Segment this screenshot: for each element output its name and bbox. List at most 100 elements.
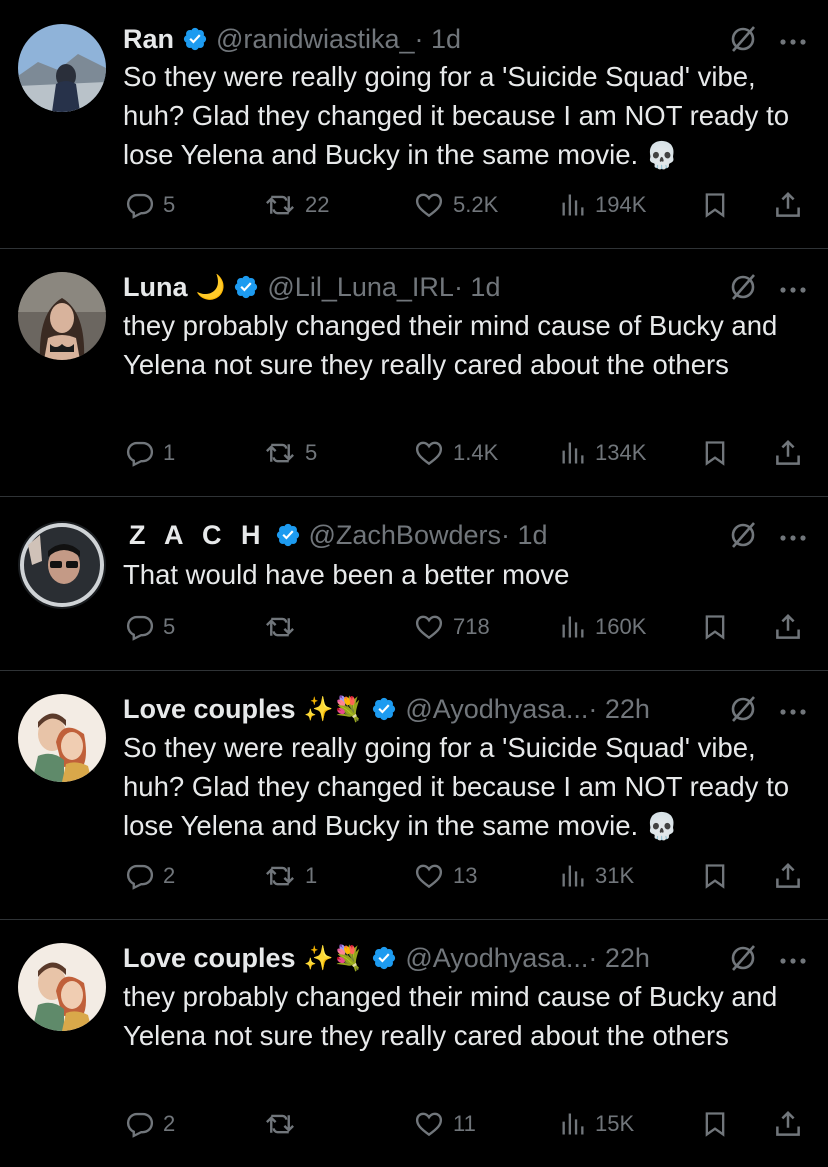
reply-count: 1 <box>163 440 176 465</box>
handle[interactable]: @Ayodhyasa... <box>405 943 588 974</box>
reply-button[interactable]: 5 <box>125 190 175 220</box>
reply-count: 2 <box>163 863 176 888</box>
bookmark-button[interactable] <box>701 861 729 891</box>
avatar[interactable] <box>18 943 106 1031</box>
like-button[interactable]: 11 <box>413 1109 476 1139</box>
reply-count: 5 <box>163 614 176 639</box>
tweet-body: So they were really going for a 'Suicide… <box>123 61 797 170</box>
display-name[interactable]: Luna <box>123 272 188 303</box>
more-icon[interactable] <box>780 281 806 299</box>
like-button[interactable]: 718 <box>413 612 490 642</box>
reply-icon <box>126 615 154 641</box>
share-button[interactable] <box>773 190 803 220</box>
tweet[interactable]: Ran @ranidwiastika_ · 1d So they were re… <box>0 0 828 248</box>
avatar[interactable] <box>18 272 106 360</box>
share-button[interactable] <box>773 612 803 642</box>
views-icon <box>562 1113 584 1135</box>
reply-button[interactable]: 5 <box>125 612 175 642</box>
display-name[interactable]: Ran <box>123 24 174 55</box>
more-icon[interactable] <box>780 703 806 721</box>
views-button[interactable]: 15K <box>559 1109 634 1139</box>
retweet-button[interactable]: 1 <box>263 861 317 891</box>
like-count: 5.2K <box>453 192 499 217</box>
more-icon[interactable] <box>780 529 806 547</box>
grok-icon[interactable] <box>728 520 758 555</box>
handle[interactable]: @ZachBowders <box>309 520 501 551</box>
retweet-button[interactable]: 22 <box>263 190 329 220</box>
views-count: 134K <box>595 440 647 465</box>
bookmark-button[interactable] <box>701 612 729 642</box>
verified-badge-icon <box>182 26 208 52</box>
handle[interactable]: @Ayodhyasa... <box>405 694 588 725</box>
bookmark-button[interactable] <box>701 438 729 468</box>
reply-button[interactable]: 2 <box>125 861 175 891</box>
reply-count: 2 <box>163 1111 176 1136</box>
bookmark-icon <box>705 864 725 889</box>
bookmark-icon <box>705 193 725 218</box>
grok-icon[interactable] <box>728 694 758 729</box>
share-icon <box>776 439 800 465</box>
tweet-text: So they were really going for a 'Suicide… <box>123 57 813 176</box>
more-icon[interactable] <box>780 33 806 51</box>
avatar[interactable] <box>18 24 106 112</box>
timestamp[interactable]: · 1d <box>501 520 548 551</box>
avatar[interactable] <box>18 521 106 609</box>
verified-badge-icon <box>233 274 259 300</box>
bookmark-icon <box>705 1112 725 1137</box>
like-button[interactable]: 13 <box>413 861 477 891</box>
bookmark-button[interactable] <box>701 1109 729 1139</box>
share-icon <box>776 191 800 217</box>
views-icon <box>562 194 584 216</box>
views-button[interactable]: 134K <box>559 438 646 468</box>
share-button[interactable] <box>773 1109 803 1139</box>
grok-icon[interactable] <box>728 943 758 978</box>
handle[interactable]: @Lil_Luna_IRL <box>267 272 454 303</box>
views-count: 160K <box>595 614 647 639</box>
views-count: 194K <box>595 192 647 217</box>
tweet[interactable]: Z A C H @ZachBowders · 1d That would hav… <box>0 497 828 670</box>
name-emoji: ✨💐 <box>303 695 364 723</box>
share-icon <box>776 862 800 888</box>
tweet[interactable]: Luna 🌙 @Lil_Luna_IRL · 1d they probably … <box>0 249 828 496</box>
like-icon <box>415 1112 443 1137</box>
bookmark-button[interactable] <box>701 190 729 220</box>
like-button[interactable]: 5.2K <box>413 190 498 220</box>
grok-icon[interactable] <box>728 24 758 59</box>
handle[interactable]: @ranidwiastika_ <box>216 24 415 55</box>
views-button[interactable]: 194K <box>559 190 646 220</box>
retweet-button[interactable]: 5 <box>263 438 317 468</box>
tweet[interactable]: Love couples ✨💐 @Ayodhyasa... · 22h they… <box>0 920 828 1167</box>
more-icon[interactable] <box>780 952 806 970</box>
display-name[interactable]: Love couples <box>123 694 296 725</box>
bookmark-icon <box>705 615 725 640</box>
like-button[interactable]: 1.4K <box>413 438 498 468</box>
reply-icon <box>126 1112 154 1138</box>
avatar[interactable] <box>18 694 106 782</box>
display-name[interactable]: Z A C H <box>129 520 267 551</box>
like-icon <box>415 615 443 640</box>
tweet-text: That would have been a better move <box>123 559 570 590</box>
timestamp[interactable]: · 22h <box>588 943 650 974</box>
action-bar: 5 718 160K <box>123 612 813 642</box>
reply-icon <box>126 864 154 890</box>
retweet-button[interactable] <box>263 1109 305 1139</box>
retweet-button[interactable] <box>263 612 305 642</box>
share-button[interactable] <box>773 438 803 468</box>
timestamp[interactable]: · 1d <box>415 24 462 55</box>
display-name[interactable]: Love couples <box>123 943 296 974</box>
reply-button[interactable]: 1 <box>125 438 175 468</box>
views-button[interactable]: 160K <box>559 612 646 642</box>
tweet-body: So they were really going for a 'Suicide… <box>123 732 797 841</box>
views-count: 31K <box>595 863 635 888</box>
views-button[interactable]: 31K <box>559 861 634 891</box>
like-icon <box>415 864 443 889</box>
grok-icon[interactable] <box>728 272 758 307</box>
reply-button[interactable]: 2 <box>125 1109 175 1139</box>
retweet-icon <box>266 1114 294 1134</box>
timestamp[interactable]: · 1d <box>454 272 501 303</box>
timestamp[interactable]: · 22h <box>588 694 650 725</box>
tweet[interactable]: Love couples ✨💐 @Ayodhyasa... · 22h So t… <box>0 671 828 919</box>
verified-badge-icon <box>275 522 301 548</box>
share-button[interactable] <box>773 861 803 891</box>
like-count: 11 <box>453 1111 476 1136</box>
